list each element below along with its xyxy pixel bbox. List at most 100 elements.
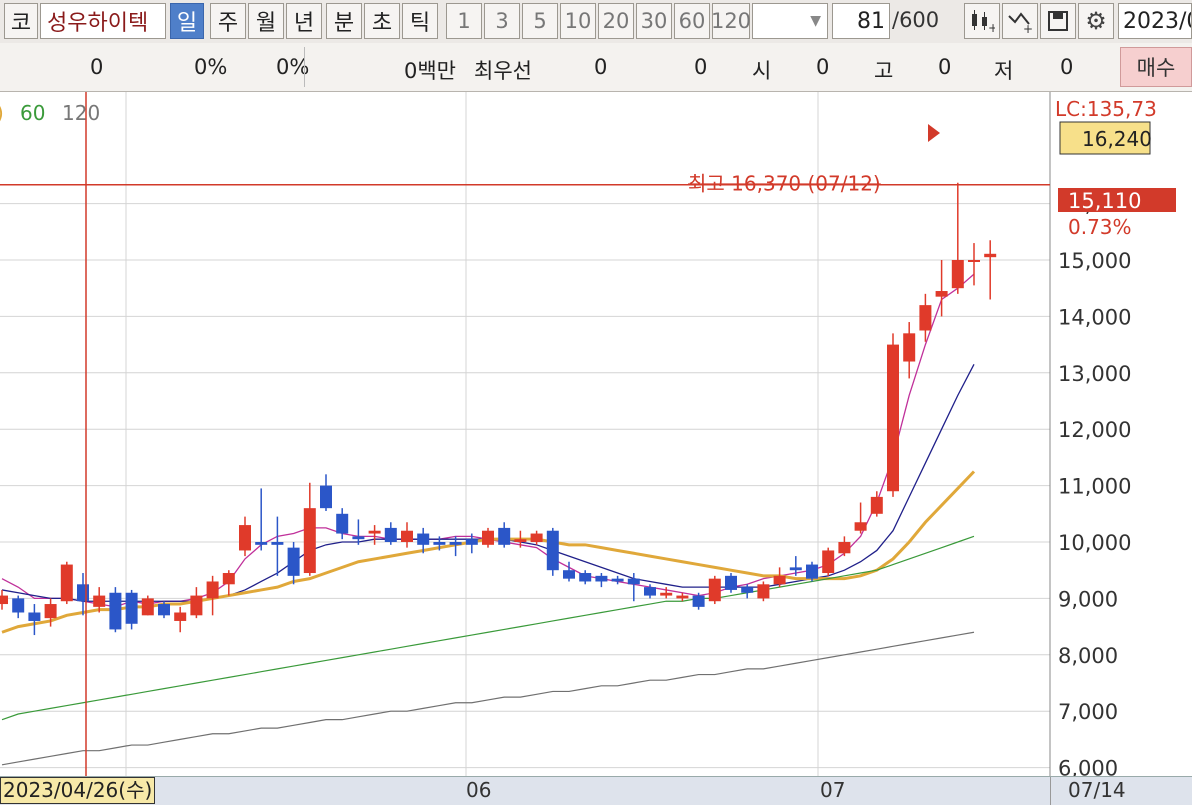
interval-button-10[interactable]: 10 — [560, 3, 596, 39]
candle-body — [806, 564, 818, 579]
candle-body — [741, 587, 754, 593]
candle-body — [870, 496, 883, 514]
y-tick-label: 14,000 — [1058, 305, 1131, 329]
candle-body — [28, 612, 41, 621]
candle-body — [822, 550, 835, 574]
high-label: 고 — [874, 59, 894, 83]
candle-body — [401, 530, 413, 542]
gear-icon: ⚙ — [1085, 7, 1107, 35]
stock-name-field[interactable]: 성우하이텍 — [40, 3, 166, 39]
current-price-value: 16,240 — [1082, 127, 1152, 151]
candle-body — [595, 575, 608, 582]
y-tick-label: 8,000 — [1058, 644, 1118, 668]
count-input[interactable]: 81 — [832, 3, 890, 39]
price-chart: 16,00015,00014,00013,00012,00011,00010,0… — [0, 92, 1176, 781]
interval-button-120[interactable]: 120 — [711, 3, 751, 39]
candle-body — [903, 333, 916, 362]
best-quote-label: 최우선 — [474, 59, 532, 83]
save-icon — [1048, 11, 1068, 31]
candle-body — [465, 539, 478, 545]
low-value: 0 — [1060, 55, 1074, 79]
candle-body — [887, 344, 899, 492]
candle-body — [660, 592, 673, 596]
toolbar: 코 성우하이텍 일주월년분초틱 1 3 5 10 20 30 60 120 ▼ 81 /600… — [0, 0, 1192, 44]
legend-ma120: 120 — [62, 101, 100, 125]
candle-body — [368, 530, 381, 534]
candle-body — [287, 547, 300, 576]
y-tick-label: 11,000 — [1058, 475, 1131, 499]
buy-button[interactable]: 매수 — [1120, 47, 1192, 87]
period-tab-2[interactable]: 월 — [248, 3, 284, 39]
date-input[interactable]: 2023/0 — [1118, 3, 1192, 39]
candle-body — [190, 595, 203, 616]
candle-body — [239, 525, 251, 551]
candle-body — [206, 581, 219, 599]
settings-button[interactable]: ⚙ — [1078, 3, 1114, 39]
candle-body — [757, 584, 770, 599]
period-tab-0[interactable]: 일 — [170, 3, 204, 39]
interval-button-30[interactable]: 30 — [636, 3, 672, 39]
legend-ma60: 60 — [20, 101, 45, 125]
open-label: 시 — [752, 59, 772, 83]
period-tab-5[interactable]: 초 — [364, 3, 400, 39]
candle-body — [44, 604, 57, 619]
candle-body — [271, 542, 284, 545]
svg-text:+: + — [1023, 22, 1033, 34]
cursor-date-label: 2023/04/26(수) — [0, 777, 156, 804]
high-annotation: 최고 16,370 (07/12) — [688, 172, 881, 196]
candle-body — [449, 542, 462, 545]
interval-dropdown[interactable]: ▼ — [752, 3, 828, 39]
candle-body — [125, 592, 138, 624]
candle-body — [579, 573, 592, 582]
candle-body — [546, 530, 559, 571]
candle-body — [919, 305, 932, 331]
line-type-button[interactable]: + — [1002, 3, 1038, 39]
period-tab-6[interactable]: 틱 — [402, 3, 438, 39]
y-tick-label: 15,000 — [1058, 249, 1131, 273]
candle-body — [838, 542, 851, 554]
candle-body — [644, 587, 656, 596]
save-button[interactable] — [1040, 3, 1076, 39]
candle-body — [773, 575, 786, 585]
candle-body — [320, 485, 332, 509]
interval-button-20[interactable]: 20 — [598, 3, 634, 39]
chevron-down-icon: ▼ — [810, 13, 821, 29]
candle-body — [336, 513, 349, 534]
end-date-label: 07/14 — [1068, 778, 1126, 802]
quote-pct-1: 0% — [194, 55, 228, 79]
open-value: 0 — [816, 55, 830, 79]
candle-chart-icon: + — [972, 10, 995, 34]
candle-body — [60, 564, 73, 602]
candle-body — [384, 527, 397, 542]
candle-body — [109, 592, 122, 630]
period-tab-1[interactable]: 주 — [210, 3, 246, 39]
interval-button-1[interactable]: 1 — [446, 3, 482, 39]
candle-body — [141, 598, 154, 616]
candle-body — [482, 530, 494, 545]
trade-amount: 0백만 — [404, 59, 457, 83]
candle-body — [854, 522, 867, 531]
period-tab-4[interactable]: 분 — [326, 3, 362, 39]
interval-button-60[interactable]: 60 — [674, 3, 710, 39]
candle-body — [692, 595, 705, 607]
line-chart-icon: + — [1008, 12, 1033, 34]
candle-body — [984, 253, 997, 258]
interval-button-3[interactable]: 3 — [484, 3, 520, 39]
market-selector-button[interactable]: 코 — [4, 3, 38, 39]
period-tab-3[interactable]: 년 — [286, 3, 322, 39]
candle-body — [77, 584, 89, 602]
candle-body — [530, 533, 543, 542]
chart-area[interactable]: 16,00015,00014,00013,00012,00011,00010,0… — [0, 92, 1192, 804]
quote-value-1: 0 — [90, 55, 104, 79]
high-marker-arrow-icon — [928, 124, 940, 142]
y-tick-label: 13,000 — [1058, 362, 1131, 386]
interval-button-5[interactable]: 5 — [522, 3, 558, 39]
last-price-value: 15,110 — [1068, 189, 1141, 213]
quote-bar: 0 0% 0% 0백만 최우선 0 0 시 0 고 0 저 0 매수 — [0, 43, 1192, 92]
candle-type-button[interactable]: + — [964, 3, 1000, 39]
candle-body — [563, 570, 575, 579]
candle-body — [935, 291, 948, 297]
candle-body — [627, 578, 640, 585]
candle-body — [255, 542, 268, 545]
date-axis: 2023/04/26(수) 06 07 07/14 — [0, 776, 1192, 805]
